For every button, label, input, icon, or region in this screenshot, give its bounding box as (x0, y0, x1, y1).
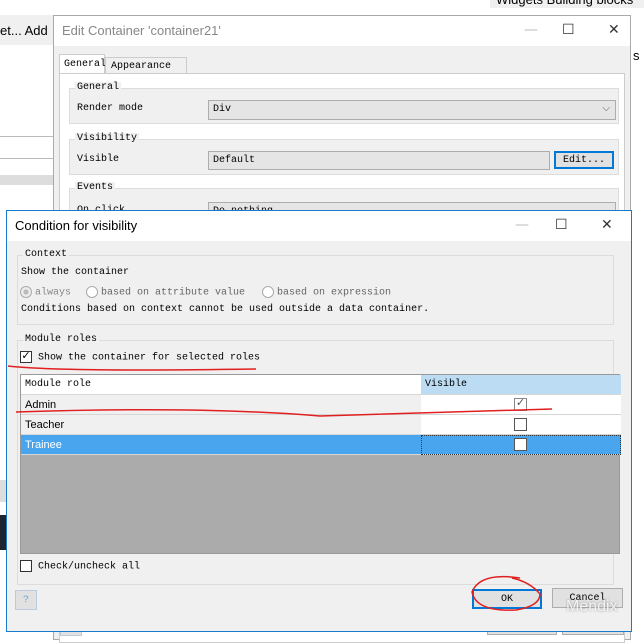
annotation-marks (7, 365, 553, 611)
circle-annotation (471, 575, 541, 611)
watermark: Mendix (566, 598, 618, 615)
underline-annotation (7, 365, 257, 371)
underline-annotation (15, 408, 553, 417)
